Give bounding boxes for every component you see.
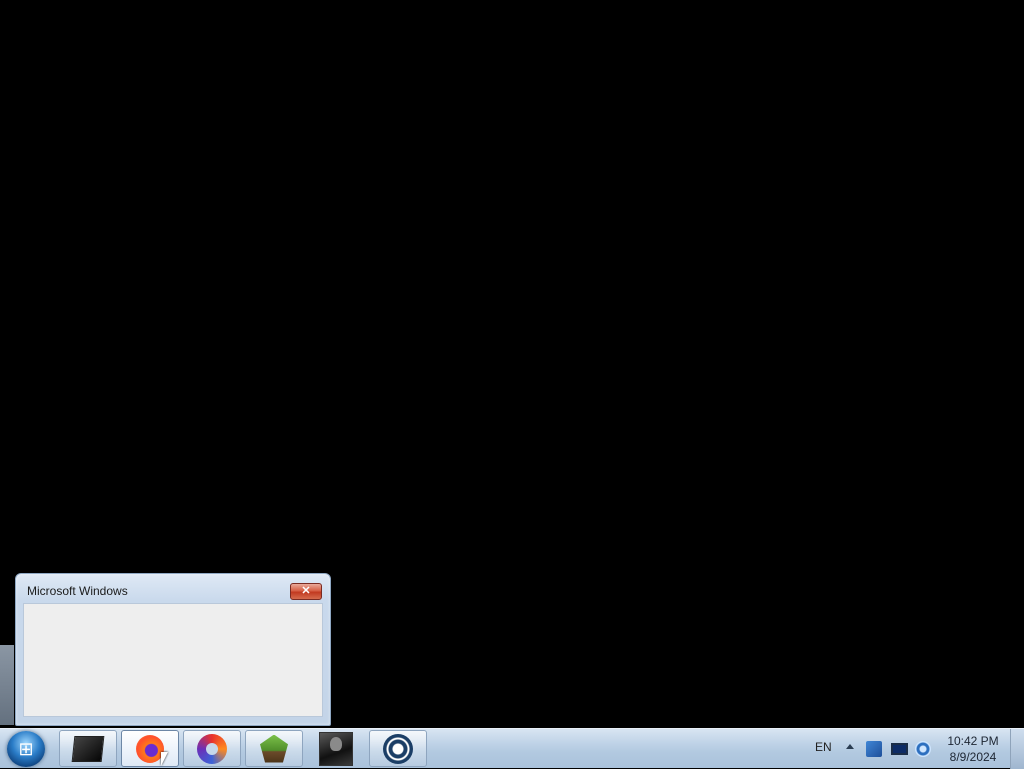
taskbar-button-swirl-app[interactable] (183, 730, 241, 767)
taskbar-button-green-gem[interactable] (245, 730, 303, 767)
clock-time: 10:42 PM (947, 734, 999, 748)
taskbar-button-steam[interactable] (369, 730, 427, 767)
preview-window-thumbnail[interactable] (23, 603, 323, 717)
swirl-app-icon (197, 733, 227, 764)
preview-close-button[interactable]: ✕ (290, 583, 322, 600)
soldier-game-icon (319, 731, 353, 766)
start-button[interactable]: ⊞ (7, 731, 45, 767)
language-indicator[interactable]: EN (815, 740, 832, 754)
windows-logo-icon: ⊞ (18, 739, 34, 759)
mouse-cursor-icon (161, 752, 168, 766)
show-desktop-button[interactable] (1010, 729, 1024, 769)
action-center-icon[interactable] (866, 741, 882, 757)
preview-shadow (0, 645, 14, 725)
taskbar: ⊞ EN 10:42 PM 8/9/2024 (0, 728, 1024, 769)
display-icon[interactable] (891, 743, 908, 755)
dark-app-icon (71, 735, 105, 762)
clock-date: 8/9/2024 (949, 750, 997, 764)
taskbar-button-dark-app[interactable] (59, 730, 117, 767)
green-gem-icon (260, 734, 288, 763)
taskbar-thumbnail-preview[interactable]: Microsoft Windows ✕ (15, 573, 331, 726)
taskbar-button-soldier-game[interactable] (307, 730, 365, 767)
system-clock[interactable]: 10:42 PM 8/9/2024 (944, 733, 1002, 765)
taskbar-button-firefox[interactable] (121, 730, 179, 767)
steam-icon (383, 733, 413, 764)
preview-title: Microsoft Windows (27, 584, 128, 598)
firefox-icon (136, 734, 164, 763)
show-hidden-icons-icon[interactable] (846, 744, 854, 749)
network-icon[interactable] (915, 741, 931, 757)
